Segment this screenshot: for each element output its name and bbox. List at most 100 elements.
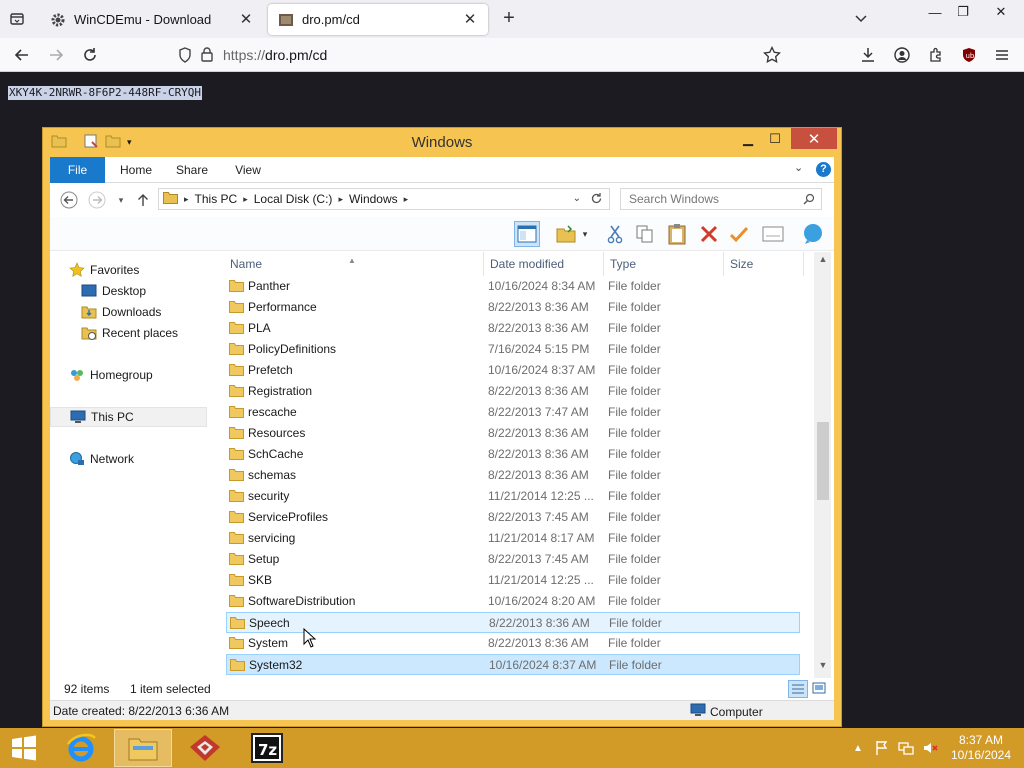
- table-row[interactable]: Registration 8/22/2013 8:36 AM File folder: [226, 381, 800, 402]
- url-text[interactable]: https://dro.pm/cd: [223, 47, 327, 63]
- column-size[interactable]: Size: [724, 252, 804, 276]
- nav-downloads[interactable]: Downloads: [80, 302, 161, 322]
- restore-browser-button[interactable]: ❐: [946, 0, 980, 24]
- chevron-down-icon[interactable]: [852, 9, 870, 27]
- browser-tab-wincdemu[interactable]: WinCDEmu - Download ✕: [40, 4, 264, 35]
- tab-home[interactable]: Home: [110, 157, 162, 183]
- nav-network[interactable]: Network: [68, 449, 134, 469]
- copy-icon[interactable]: [632, 221, 658, 247]
- tab-list-icon[interactable]: [6, 8, 28, 30]
- scroll-up-icon[interactable]: ▲: [817, 254, 829, 268]
- back-arrow-icon[interactable]: [10, 43, 34, 67]
- reload-icon[interactable]: [78, 43, 102, 67]
- back-button[interactable]: [60, 191, 78, 209]
- table-row[interactable]: Panther 10/16/2024 8:34 AM File folder: [226, 276, 800, 297]
- dropdown-arrow-icon[interactable]: ▾: [578, 221, 592, 247]
- close-tab-icon[interactable]: ✕: [238, 11, 254, 28]
- tab-file[interactable]: File: [50, 157, 105, 183]
- ublock-icon[interactable]: ub: [957, 43, 981, 67]
- breadcrumb-this-pc[interactable]: This PC: [195, 192, 238, 206]
- search-icon[interactable]: [803, 193, 815, 208]
- table-row[interactable]: schemas 8/22/2013 8:36 AM File folder: [226, 465, 800, 486]
- minimize-window-button[interactable]: ▁: [735, 128, 761, 149]
- menu-icon[interactable]: [990, 43, 1014, 67]
- downloads-icon[interactable]: [856, 43, 880, 67]
- system-clock[interactable]: 8:37 AM 10/16/2024: [948, 733, 1014, 763]
- help-globe-icon[interactable]: [800, 221, 826, 247]
- 7zip-icon[interactable]: 7z: [238, 729, 296, 767]
- help-icon[interactable]: ?: [816, 162, 831, 177]
- table-row[interactable]: Setup 8/22/2013 7:45 AM File folder: [226, 549, 800, 570]
- tab-view[interactable]: View: [222, 157, 274, 183]
- vertical-scrollbar[interactable]: ▲ ▼: [814, 252, 831, 678]
- close-browser-button[interactable]: ✕: [984, 0, 1018, 24]
- breadcrumb-windows[interactable]: Windows: [349, 192, 398, 206]
- column-name[interactable]: Name ▲: [224, 252, 484, 276]
- maximize-window-button[interactable]: ☐: [761, 128, 789, 149]
- cut-icon[interactable]: [602, 221, 628, 247]
- preview-pane-icon[interactable]: [514, 221, 540, 247]
- search-input[interactable]: Search Windows: [620, 188, 822, 210]
- nav-this-pc[interactable]: This PC: [50, 407, 207, 427]
- lock-icon[interactable]: [200, 46, 214, 65]
- internet-explorer-icon[interactable]: [52, 729, 110, 767]
- recent-locations-icon[interactable]: ▾: [112, 191, 130, 209]
- tab-share[interactable]: Share: [166, 157, 218, 183]
- forward-button[interactable]: [88, 191, 106, 209]
- wincdemu-icon[interactable]: [176, 729, 234, 767]
- bookmark-star-icon[interactable]: [760, 43, 784, 67]
- move-to-folder-icon[interactable]: [554, 221, 580, 247]
- properties-card-icon[interactable]: [760, 221, 786, 247]
- breadcrumb-local-disk[interactable]: Local Disk (C:): [254, 192, 333, 206]
- table-row[interactable]: rescache 8/22/2013 7:47 AM File folder: [226, 402, 800, 423]
- expand-ribbon-icon[interactable]: ⌄: [794, 161, 803, 174]
- column-type[interactable]: Type: [604, 252, 724, 276]
- breadcrumb-arrow-icon[interactable]: ▸: [338, 194, 343, 205]
- show-hidden-icons[interactable]: ▲: [850, 740, 866, 756]
- table-row[interactable]: PLA 8/22/2013 8:36 AM File folder: [226, 318, 800, 339]
- nav-recent-places[interactable]: Recent places: [80, 323, 178, 343]
- table-row[interactable]: Prefetch 10/16/2024 8:37 AM File folder: [226, 360, 800, 381]
- volume-muted-icon[interactable]: [922, 740, 938, 756]
- file-explorer-icon[interactable]: [114, 729, 172, 767]
- table-row[interactable]: System32 10/16/2024 8:37 AM File folder: [226, 654, 800, 675]
- table-row[interactable]: security 11/21/2014 12:25 ... File folder: [226, 486, 800, 507]
- up-arrow-icon[interactable]: [134, 191, 152, 209]
- extensions-icon[interactable]: [924, 43, 948, 67]
- shield-icon[interactable]: [178, 47, 192, 66]
- refresh-icon[interactable]: [590, 192, 603, 208]
- table-row[interactable]: ServiceProfiles 8/22/2013 7:45 AM File fol…: [226, 507, 800, 528]
- table-row[interactable]: SKB 11/21/2014 12:25 ... File folder: [226, 570, 800, 591]
- column-date-modified[interactable]: Date modified: [484, 252, 604, 276]
- nav-favorites[interactable]: Favorites: [68, 260, 139, 280]
- table-row[interactable]: Performance 8/22/2013 8:36 AM File folder: [226, 297, 800, 318]
- details-view-icon[interactable]: [788, 680, 808, 698]
- address-bar[interactable]: ▸ This PC ▸ Local Disk (C:) ▸ Windows ▸ …: [158, 188, 610, 210]
- table-row[interactable]: SoftwareDistribution 10/16/2024 8:20 AM Fi…: [226, 591, 800, 612]
- large-icons-view-icon[interactable]: [812, 682, 826, 697]
- account-icon[interactable]: [890, 43, 914, 67]
- rename-check-icon[interactable]: [726, 221, 752, 247]
- table-row[interactable]: servicing 11/21/2014 8:17 AM File folder: [226, 528, 800, 549]
- delete-icon[interactable]: [696, 221, 722, 247]
- close-window-button[interactable]: ✕: [791, 128, 837, 149]
- window-title-bar[interactable]: ▾ Windows ▁ ☐ ✕: [43, 128, 841, 156]
- address-history-icon[interactable]: ⌄: [573, 193, 581, 204]
- action-center-flag-icon[interactable]: [874, 740, 890, 756]
- start-button[interactable]: [0, 729, 48, 767]
- paste-icon[interactable]: [664, 221, 690, 247]
- nav-desktop[interactable]: Desktop: [80, 281, 146, 301]
- table-row[interactable]: PolicyDefinitions 7/16/2024 5:15 PM File f…: [226, 339, 800, 360]
- forward-arrow-icon[interactable]: [44, 43, 68, 67]
- browser-tab-dro[interactable]: dro.pm/cd ✕: [268, 4, 488, 35]
- url-bar[interactable]: https://dro.pm/cd: [170, 42, 790, 68]
- network-tray-icon[interactable]: [898, 740, 914, 756]
- scroll-down-icon[interactable]: ▼: [817, 660, 829, 674]
- breadcrumb-arrow-icon[interactable]: ▸: [404, 194, 409, 205]
- table-row[interactable]: Resources 8/22/2013 8:36 AM File folder: [226, 423, 800, 444]
- nav-homegroup[interactable]: Homegroup: [68, 365, 153, 385]
- table-row[interactable]: SchCache 8/22/2013 8:36 AM File folder: [226, 444, 800, 465]
- close-tab-icon[interactable]: ✕: [462, 11, 478, 28]
- breadcrumb-arrow-icon[interactable]: ▸: [184, 194, 189, 205]
- breadcrumb-arrow-icon[interactable]: ▸: [243, 194, 248, 205]
